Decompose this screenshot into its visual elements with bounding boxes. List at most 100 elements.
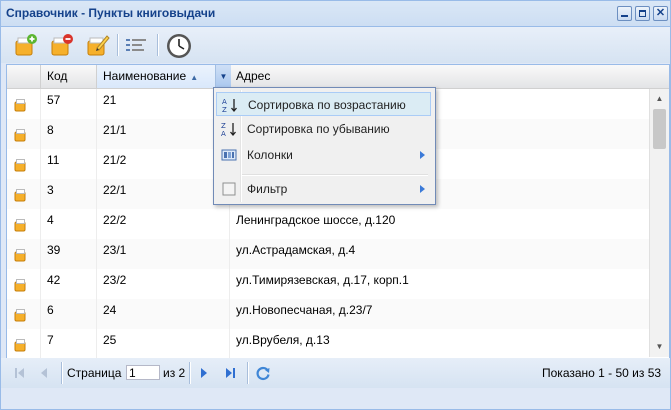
name-cell: 25 [97, 329, 230, 358]
maximize-button[interactable] [635, 6, 650, 21]
sort-descending-icon: ZA [221, 121, 237, 138]
scroll-thumb[interactable] [653, 109, 666, 149]
code-cell: 7 [41, 329, 97, 358]
name-cell: 22/1 [97, 179, 230, 209]
previous-page-icon[interactable] [37, 366, 51, 380]
row-icon-cell [7, 329, 41, 358]
table-row[interactable]: 42 23/2 ул.Тимирязевская, д.17, корп.1 [7, 269, 649, 300]
row-icon-cell [7, 239, 41, 269]
pager-separator [189, 362, 191, 384]
submenu-arrow-icon [420, 151, 425, 159]
table-row[interactable]: 4 22/2 Ленинградское шоссе, д.120 [7, 209, 649, 240]
svg-text:Z: Z [222, 106, 227, 113]
toolbar-separator [117, 34, 119, 56]
submenu-arrow-icon [420, 185, 425, 193]
toolbar-separator [157, 34, 159, 56]
first-page-icon[interactable] [13, 366, 27, 380]
address-cell: ул.Врубеля, д.13 [236, 333, 330, 347]
sort-ascending-icon: AZ [222, 97, 238, 114]
name-cell: 23/2 [97, 269, 230, 299]
next-page-icon[interactable] [197, 366, 211, 380]
address-cell: ул.Астрадамская, д.4 [236, 243, 356, 257]
column-context-menu: AZ Сортировка по возрастанию ZA Сортиров… [213, 87, 436, 205]
code-cell: 11 [41, 149, 97, 179]
table-row[interactable]: 39 23/1 ул.Астрадамская, д.4 [7, 239, 649, 270]
book-delivery-point-icon [14, 338, 28, 352]
svg-text:Z: Z [221, 122, 226, 130]
row-icon-cell [7, 89, 41, 119]
code-cell: 8 [41, 119, 97, 149]
name-cell: 24 [97, 299, 230, 329]
scroll-down-icon[interactable]: ▼ [650, 339, 669, 355]
book-delivery-point-icon [14, 248, 28, 262]
pager-separator [61, 362, 63, 384]
book-delivery-point-icon [14, 98, 28, 112]
table-row[interactable]: 6 24 ул.Новопесчаная, д.23/7 [7, 299, 649, 330]
row-icon-cell [7, 299, 41, 329]
toolbar [1, 27, 670, 63]
add-icon[interactable] [13, 32, 39, 58]
name-cell: 21/2 [97, 149, 230, 179]
code-cell: 3 [41, 179, 97, 209]
column-menu-trigger-icon[interactable]: ▼ [215, 65, 231, 88]
menu-item-sort-descending[interactable]: ZA Сортировка по убыванию [216, 117, 431, 141]
code-cell: 4 [41, 209, 97, 239]
edit-icon[interactable] [85, 32, 111, 58]
name-cell: 21 [97, 89, 230, 119]
row-icon-cell [7, 269, 41, 299]
scroll-up-icon[interactable]: ▲ [650, 91, 669, 107]
close-button[interactable]: ✕ [653, 6, 668, 21]
filter-checkbox-icon[interactable] [221, 181, 237, 197]
book-delivery-point-icon [14, 218, 28, 232]
last-page-icon[interactable] [223, 366, 237, 380]
pager-separator [247, 362, 249, 384]
grid-header: Код Наименование ▲ ▼ Адрес [7, 65, 669, 89]
sort-ascending-arrow-icon: ▲ [190, 73, 199, 82]
delete-icon[interactable] [49, 32, 75, 58]
row-icon-cell [7, 119, 41, 149]
book-delivery-point-icon [14, 158, 28, 172]
column-header-name[interactable]: Наименование ▲ [97, 65, 230, 88]
page-number-input[interactable]: 1 [126, 365, 160, 380]
page-count-label: из 2 [163, 366, 186, 380]
reference-window: Справочник - Пункты книговыдачи ✕ Код На… [0, 0, 671, 410]
address-cell: ул.Новопесчаная, д.23/7 [236, 303, 373, 317]
svg-text:A: A [222, 98, 227, 106]
column-header-address[interactable]: Адрес [230, 65, 649, 88]
vertical-scrollbar[interactable]: ▲ ▼ [649, 89, 669, 357]
menu-item-sort-ascending[interactable]: AZ Сортировка по возрастанию [216, 92, 431, 116]
table-row[interactable]: 7 25 ул.Врубеля, д.13 [7, 329, 649, 358]
paging-summary: Показано 1 - 50 из 53 [542, 366, 662, 380]
menu-separator [242, 174, 428, 176]
row-icon-cell [7, 149, 41, 179]
list-icon[interactable] [123, 32, 149, 58]
book-delivery-point-icon [14, 278, 28, 292]
row-icon-cell [7, 209, 41, 239]
address-cell: ул.Тимирязевская, д.17, корп.1 [236, 273, 409, 287]
window-titlebar[interactable]: Справочник - Пункты книговыдачи ✕ [1, 1, 670, 27]
code-cell: 42 [41, 269, 97, 299]
address-cell: Ленинградское шоссе, д.120 [236, 213, 396, 227]
columns-icon [221, 147, 237, 163]
column-header-icon [7, 65, 41, 88]
paging-toolbar: Страница 1 из 2 Показано 1 - 50 из 53 [1, 358, 670, 388]
column-header-code[interactable]: Код [41, 65, 97, 88]
clock-icon[interactable] [165, 32, 191, 58]
book-delivery-point-icon [14, 308, 28, 322]
book-delivery-point-icon [14, 128, 28, 142]
name-cell: 22/2 [97, 209, 230, 239]
name-cell: 21/1 [97, 119, 230, 149]
refresh-icon[interactable] [255, 365, 271, 381]
code-cell: 57 [41, 89, 97, 119]
svg-text:A: A [221, 130, 226, 137]
window-title: Справочник - Пункты книговыдачи [6, 6, 216, 20]
page-label: Страница [67, 366, 122, 380]
menu-item-filter[interactable]: Фильтр [216, 177, 431, 201]
code-cell: 39 [41, 239, 97, 269]
name-cell: 23/1 [97, 239, 230, 269]
row-icon-cell [7, 179, 41, 209]
code-cell: 6 [41, 299, 97, 329]
minimize-button[interactable] [617, 6, 632, 21]
book-delivery-point-icon [14, 188, 28, 202]
menu-item-columns[interactable]: Колонки [216, 143, 431, 167]
